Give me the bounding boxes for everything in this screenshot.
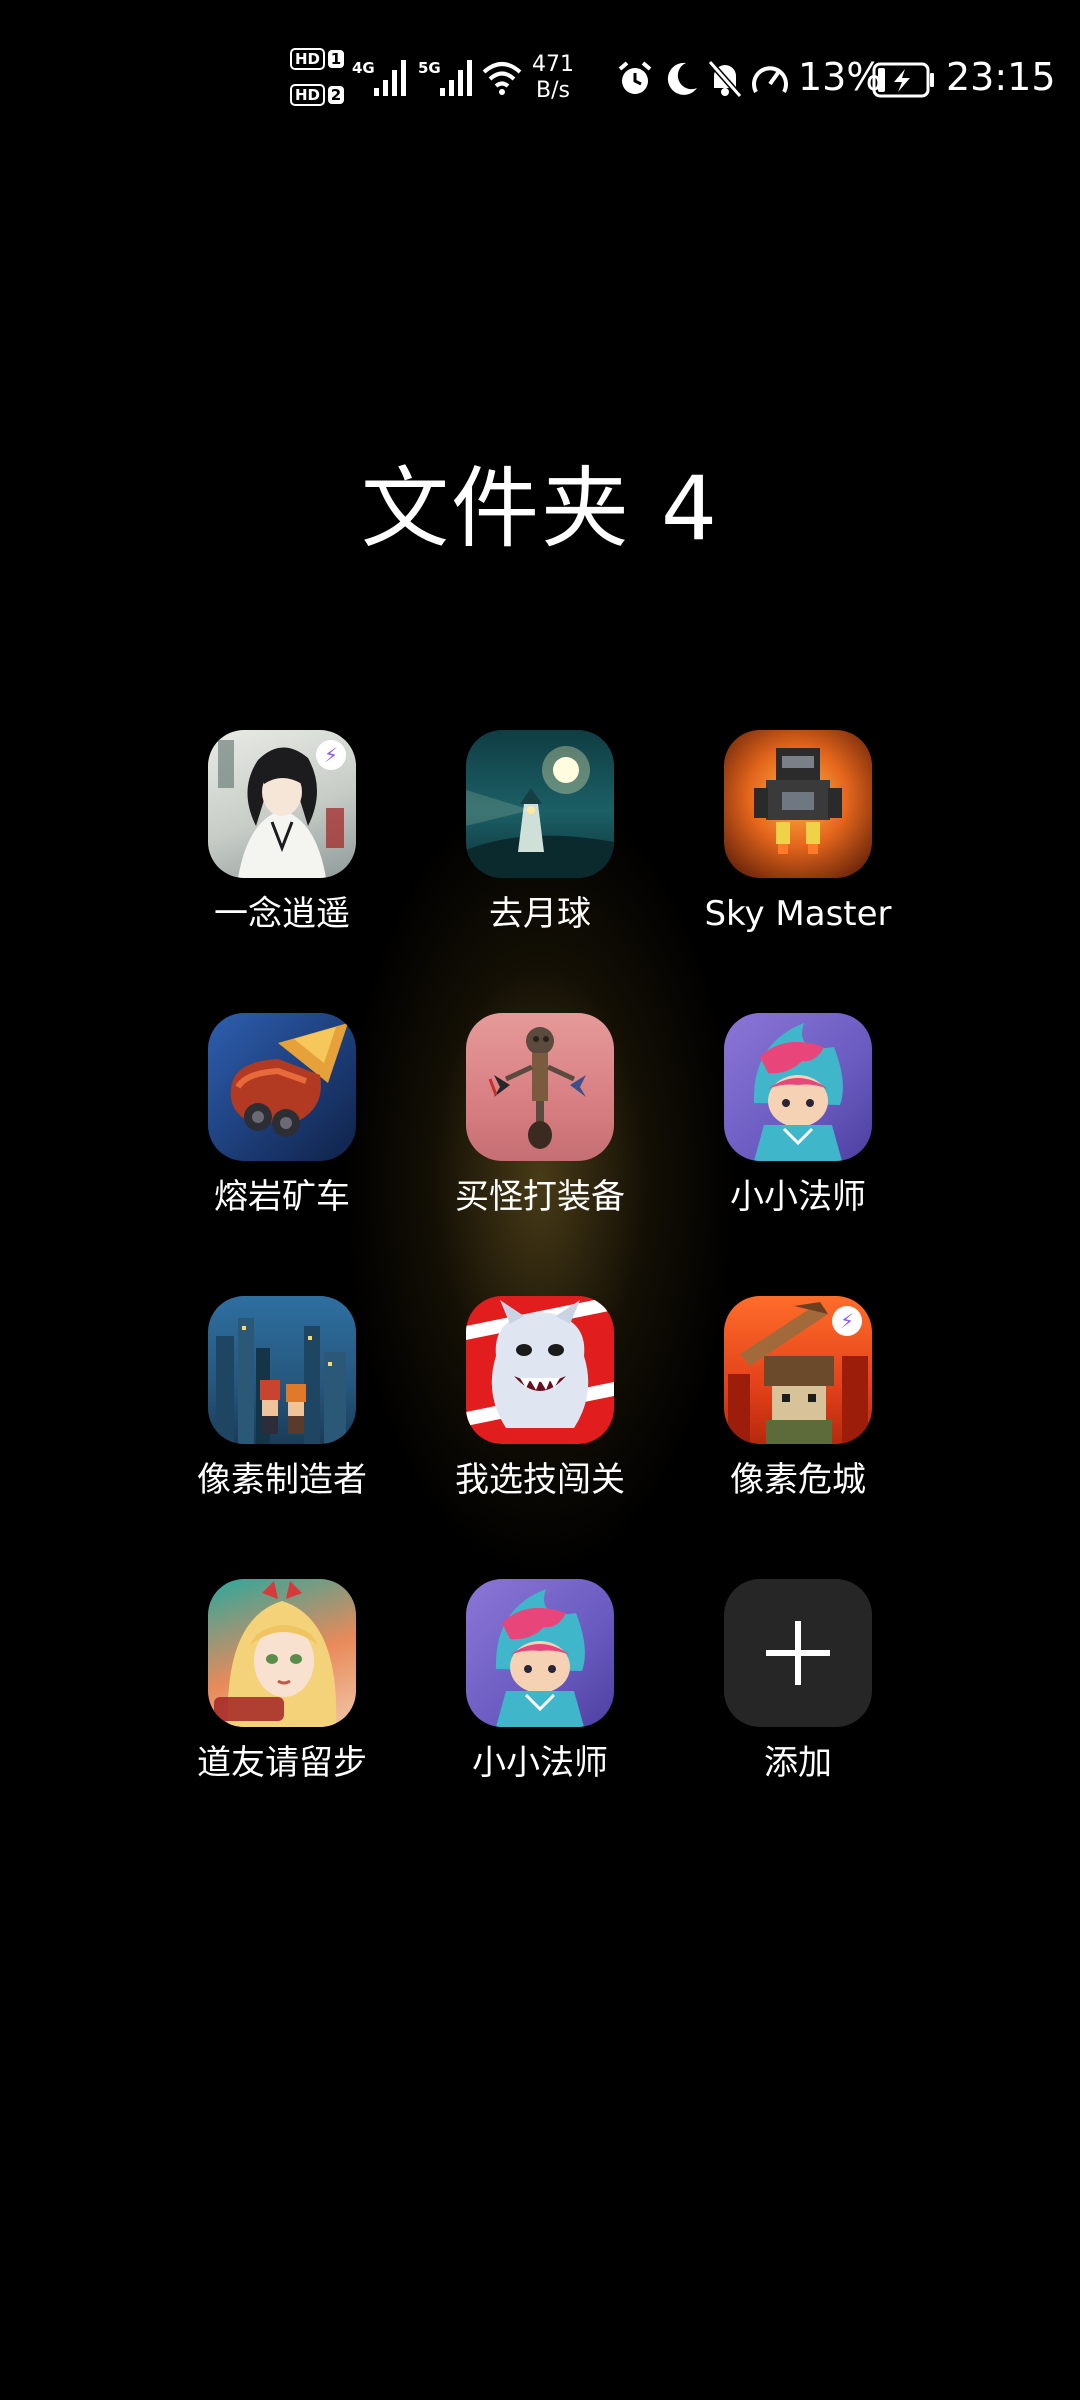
sim-number: 1 [328,50,345,68]
daoyou-qingliubu-icon [208,1579,356,1727]
signal-bars-icon [374,60,406,96]
signal-bars-icon [440,60,472,96]
little-mage-icon [466,1579,614,1727]
app-buy-monster-gear[interactable]: 买怪打装备 [420,1013,660,1219]
little-mage-icon [724,1013,872,1161]
pixel-maker-icon [208,1296,356,1444]
app-to-the-moon[interactable]: 去月球 [420,730,660,936]
sky-master-icon [724,730,872,878]
network-speed: 471 B/s [530,52,576,104]
bell-off-icon [707,60,743,98]
hd-badge: HD [290,48,326,70]
app-daoyou-qingliubu[interactable]: 道友请留步 [162,1579,402,1785]
moon-icon [667,62,697,95]
to-the-moon-icon [466,730,614,878]
app-label: 去月球 [489,894,591,934]
app-label: 小小法师 [730,1177,866,1217]
app-label: 像素危城 [730,1460,866,1500]
app-label: 我选技闯关 [455,1460,625,1500]
hd-badge: HD [290,84,326,106]
app-yinian-xiaoyao[interactable]: ⚡ 一念逍遥 [162,730,402,936]
app-skill-stage[interactable]: 我选技闯关 [420,1296,660,1502]
buy-monster-gear-icon [466,1013,614,1161]
app-little-mage[interactable]: 小小法师 [678,1013,918,1219]
app-label: 熔岩矿车 [214,1177,350,1217]
add-app-button[interactable]: 添加 [678,1579,918,1785]
speed-value: 471 [532,52,574,77]
app-label: 买怪打装备 [455,1177,625,1217]
plus-icon [724,1579,872,1727]
app-sky-master[interactable]: Sky Master [678,730,918,936]
app-lava-minecart[interactable]: 熔岩矿车 [162,1013,402,1219]
app-label: Sky Master [704,894,892,934]
hd-sim2-indicator: HD 2 [290,84,345,106]
hd-sim1-indicator: HD 1 [290,48,345,70]
speed-gauge-icon [752,66,788,93]
speed-unit: B/s [536,78,570,103]
skill-stage-icon [466,1296,614,1444]
app-pixel-danger-city[interactable]: ⚡ 像素危城 [678,1296,918,1502]
battery-percent: 13% [798,55,883,99]
fast-app-badge-icon: ⚡ [832,1306,862,1336]
app-label: 小小法师 [472,1743,608,1783]
fast-app-badge-icon: ⚡ [316,740,346,770]
status-bar: HD 1 HD 2 4G 5G 471 B/s 13% 23:15 [0,0,1080,160]
yinian-xiaoyao-icon: ⚡ [208,730,356,878]
lava-minecart-icon [208,1013,356,1161]
app-label: 像素制造者 [197,1460,367,1500]
pixel-danger-city-icon: ⚡ [724,1296,872,1444]
battery-charging-icon [872,62,934,98]
app-label: 一念逍遥 [214,894,350,934]
app-label: 添加 [764,1743,832,1783]
wifi-icon [482,62,522,95]
folder-title[interactable]: 文件夹 4 [0,438,1080,565]
sim-number: 2 [328,86,345,104]
app-pixel-maker[interactable]: 像素制造者 [162,1296,402,1502]
clock-time: 23:15 [946,55,1056,99]
alarm-icon [618,61,652,94]
app-label: 道友请留步 [197,1743,367,1783]
app-little-mage-2[interactable]: 小小法师 [420,1579,660,1785]
